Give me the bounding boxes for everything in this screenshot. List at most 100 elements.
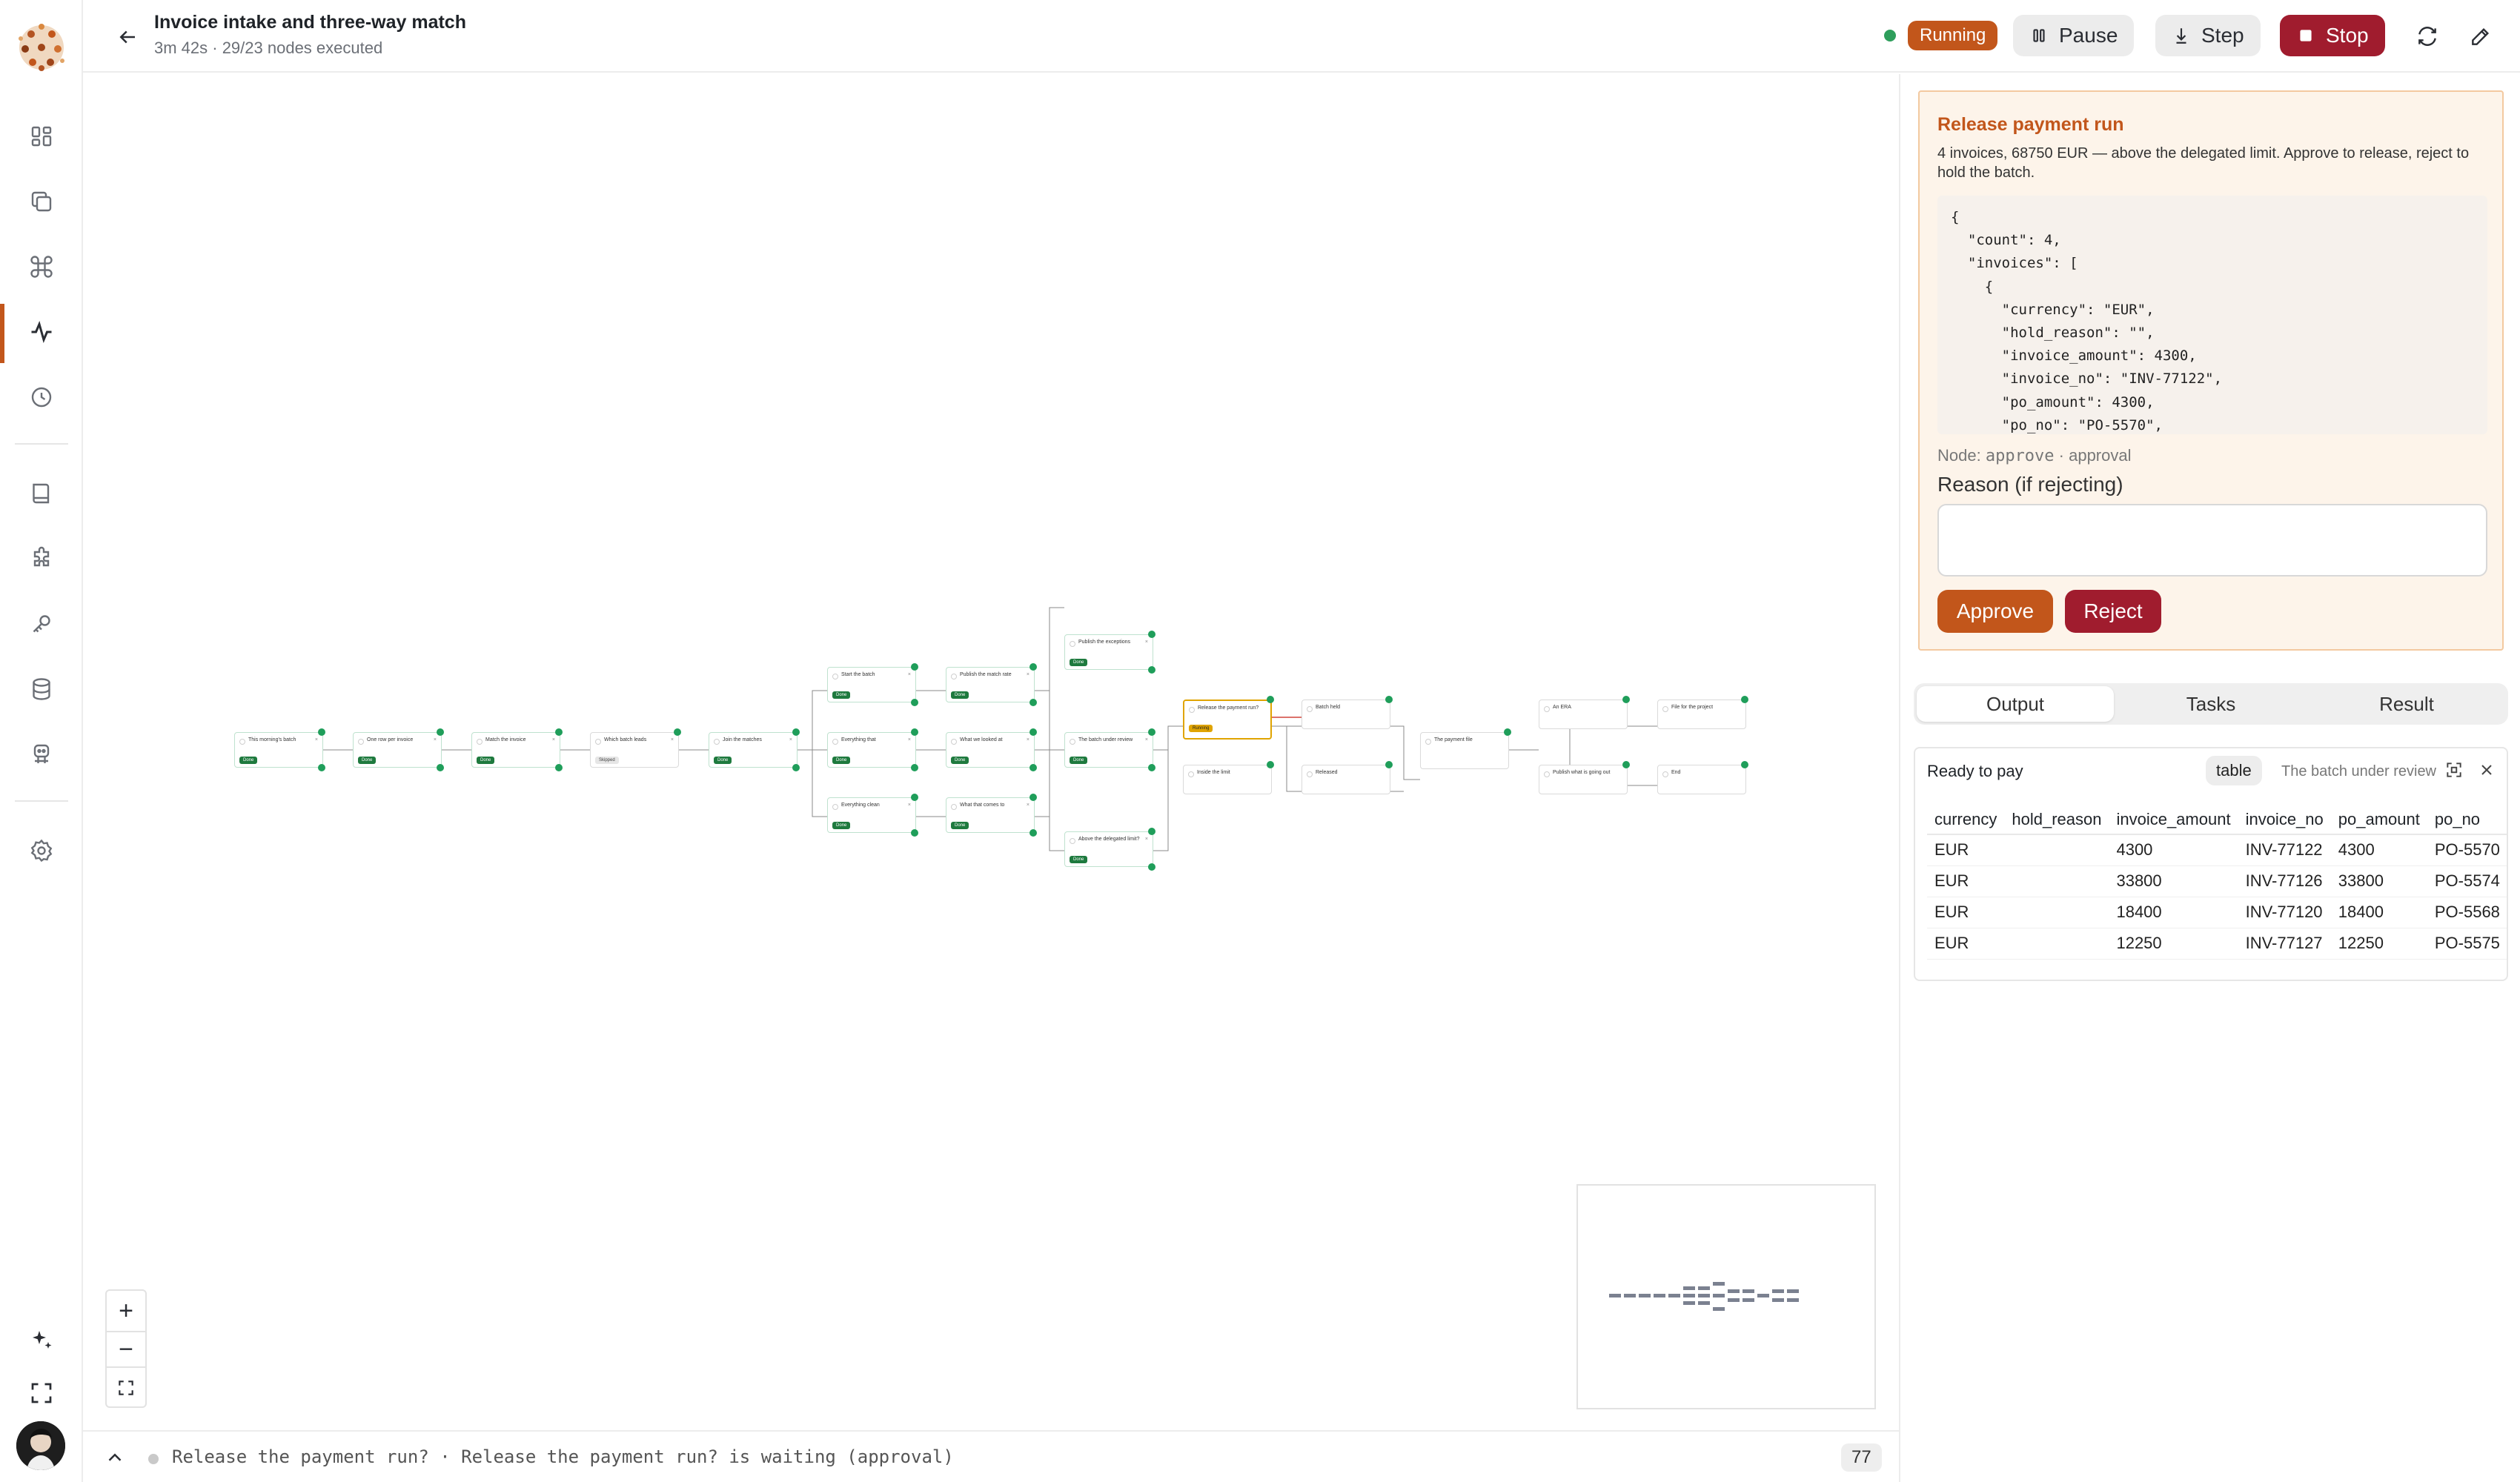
back-arrow-icon[interactable]	[110, 19, 145, 55]
settings-gear-icon[interactable]	[21, 830, 62, 871]
workflow-node[interactable]: Released	[1302, 765, 1390, 794]
workflow-node[interactable]: Join the matches Done ×	[709, 732, 798, 768]
workflow-node[interactable]: An ERA	[1539, 700, 1628, 729]
edit-pencil-icon[interactable]	[2464, 19, 2498, 53]
approval-payload[interactable]: { "count": 4, "invoices": [ { "currency"…	[1937, 196, 2487, 434]
activity-icon[interactable]	[21, 311, 62, 353]
command-icon[interactable]	[21, 246, 62, 288]
node-port[interactable]	[1741, 696, 1748, 703]
node-port[interactable]	[1029, 699, 1037, 706]
workflow-node[interactable]: Publish the match rate Done ×	[946, 667, 1035, 702]
pause-button[interactable]: Pause	[2013, 15, 2135, 56]
node-port[interactable]	[1148, 764, 1155, 771]
node-port[interactable]	[1029, 829, 1037, 837]
table-row[interactable]: EUR 12250 INV-77127 12250 PO-5575	[1927, 928, 2507, 960]
workflow-node[interactable]: Everything clean Done ×	[827, 797, 916, 833]
node-port[interactable]	[1029, 663, 1037, 671]
node-port[interactable]	[555, 764, 563, 771]
node-port[interactable]	[792, 728, 800, 736]
close-icon[interactable]	[2476, 759, 2498, 781]
node-port[interactable]	[1029, 764, 1037, 771]
node-port[interactable]	[911, 728, 918, 736]
workflow-node-active[interactable]: Release the payment run? Running	[1183, 700, 1272, 740]
node-port[interactable]	[1148, 631, 1155, 638]
workflow-node[interactable]: One row per invoice Done ×	[353, 732, 442, 768]
refresh-icon[interactable]	[2410, 19, 2444, 53]
workflow-node[interactable]: The payment file	[1420, 732, 1509, 769]
approve-button[interactable]: Approve	[1937, 590, 2053, 633]
node-port[interactable]	[1029, 728, 1037, 736]
workflow-node[interactable]: What that comes to Done ×	[946, 797, 1035, 833]
tab-output[interactable]: Output	[1917, 686, 2114, 722]
workflow-node[interactable]: Match the invoice Done ×	[471, 732, 560, 768]
node-port[interactable]	[1148, 828, 1155, 835]
app-logo-icon[interactable]	[12, 18, 71, 77]
workflow-canvas[interactable]: This morning's batch Done × One row per in…	[83, 74, 1899, 1430]
column-header[interactable]: po_amount	[2330, 805, 2427, 835]
node-port[interactable]	[1148, 666, 1155, 674]
node-port[interactable]	[555, 728, 563, 736]
node-port[interactable]	[1741, 761, 1748, 768]
fit-view-button[interactable]	[107, 1369, 145, 1406]
node-port[interactable]	[1622, 761, 1630, 768]
workflow-node[interactable]: Which batch leads Skipped ×	[590, 732, 679, 768]
table-row[interactable]: EUR 33800 INV-77126 33800 PO-5574	[1927, 865, 2507, 897]
node-port[interactable]	[1148, 728, 1155, 736]
column-header[interactable]: po_no	[2427, 805, 2507, 835]
workflow-node[interactable]: Start the batch Done ×	[827, 667, 916, 702]
copy-icon[interactable]	[21, 181, 62, 222]
expand-icon[interactable]	[2443, 759, 2465, 781]
node-port[interactable]	[911, 794, 918, 801]
view-mode-toggle[interactable]: table	[2206, 756, 2262, 785]
tab-result[interactable]: Result	[2308, 686, 2505, 722]
node-port[interactable]	[1504, 728, 1511, 736]
node-port[interactable]	[1622, 696, 1630, 703]
node-port[interactable]	[911, 764, 918, 771]
column-header[interactable]: hold_reason	[2004, 805, 2109, 835]
node-port[interactable]	[1148, 863, 1155, 871]
user-avatar[interactable]	[16, 1421, 65, 1470]
dashboard-icon[interactable]	[21, 116, 62, 157]
node-port[interactable]	[1385, 696, 1393, 703]
workflow-node[interactable]: This morning's batch Done ×	[234, 732, 323, 768]
minimap[interactable]	[1576, 1184, 1876, 1409]
node-port[interactable]	[1267, 761, 1274, 768]
fullscreen-icon[interactable]	[21, 1372, 62, 1414]
history-icon[interactable]	[21, 376, 62, 418]
workflow-node[interactable]: Publish what is going out	[1539, 765, 1628, 794]
node-port[interactable]	[1267, 696, 1274, 703]
node-port[interactable]	[911, 699, 918, 706]
stop-button[interactable]: Stop	[2280, 15, 2385, 56]
workflow-node[interactable]: Publish the exceptions Done ×	[1064, 634, 1153, 670]
zoom-out-button[interactable]: −	[107, 1331, 145, 1368]
node-port[interactable]	[318, 728, 325, 736]
book-icon[interactable]	[21, 473, 62, 514]
table-row[interactable]: EUR 18400 INV-77120 18400 PO-5568	[1927, 897, 2507, 928]
workflow-node[interactable]: Inside the limit	[1183, 765, 1272, 794]
sparkle-icon[interactable]	[21, 1319, 62, 1360]
node-port[interactable]	[911, 829, 918, 837]
node-port[interactable]	[911, 663, 918, 671]
workflow-node[interactable]: Everything that Done ×	[827, 732, 916, 768]
database-icon[interactable]	[21, 668, 62, 710]
column-header[interactable]: invoice_no	[2238, 805, 2331, 835]
key-icon[interactable]	[21, 603, 62, 645]
node-port[interactable]	[1029, 794, 1037, 801]
tab-tasks[interactable]: Tasks	[2112, 686, 2310, 722]
step-button[interactable]: Step	[2155, 15, 2261, 56]
node-port[interactable]	[674, 728, 681, 736]
node-port[interactable]	[437, 728, 444, 736]
workflow-node[interactable]: File for the project	[1657, 700, 1746, 729]
workflow-node[interactable]: What we looked at Done ×	[946, 732, 1035, 768]
reason-textarea[interactable]	[1937, 504, 2487, 576]
workflow-node[interactable]: End	[1657, 765, 1746, 794]
node-port[interactable]	[437, 764, 444, 771]
workflow-node[interactable]: Above the delegated limit? Done ×	[1064, 831, 1153, 867]
node-port[interactable]	[1385, 761, 1393, 768]
puzzle-icon[interactable]	[21, 538, 62, 579]
node-port[interactable]	[792, 764, 800, 771]
column-header[interactable]: invoice_amount	[2109, 805, 2238, 835]
chevron-up-icon[interactable]	[104, 1446, 126, 1469]
column-header[interactable]: currency	[1927, 805, 2005, 835]
workflow-node[interactable]: Batch held	[1302, 700, 1390, 729]
